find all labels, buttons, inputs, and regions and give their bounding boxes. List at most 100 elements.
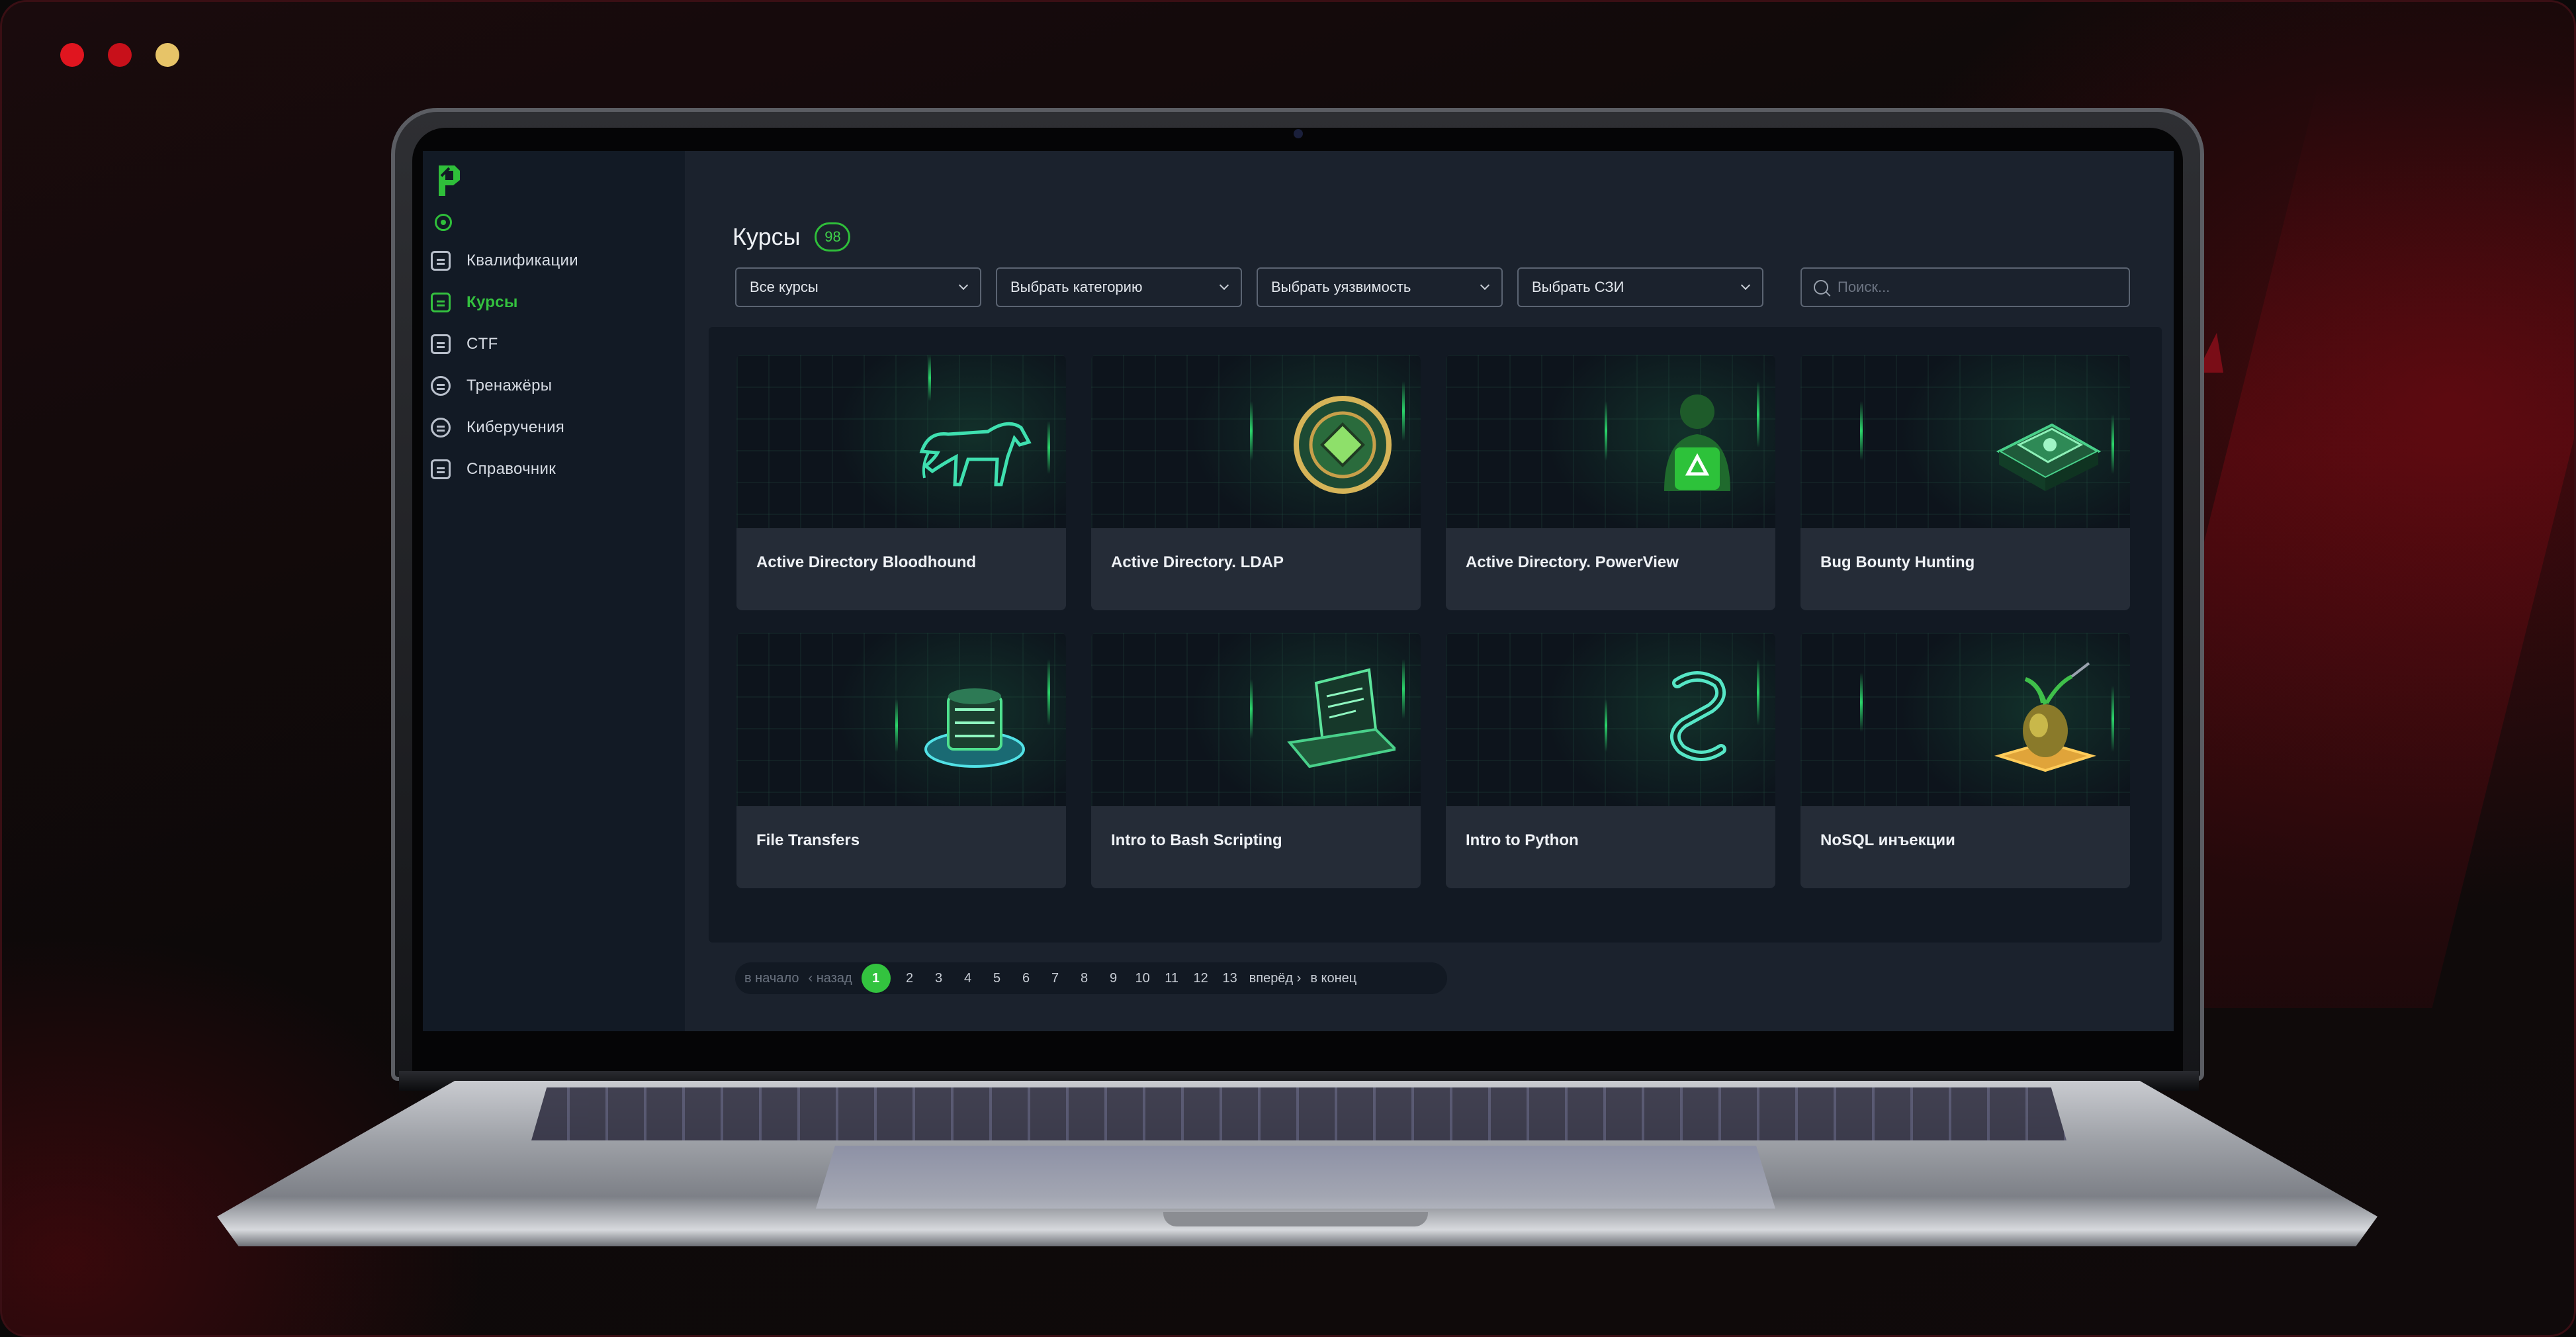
- sidebar-item-courses[interactable]: Курсы: [431, 281, 578, 323]
- badge-icon: [1294, 396, 1392, 494]
- course-card[interactable]: Intro to Bash Scripting: [1091, 633, 1421, 888]
- select-value: Выбрать СЗИ: [1532, 279, 1624, 295]
- chevron-down-icon: [1480, 280, 1490, 291]
- chip-icon: [1996, 423, 2102, 491]
- vulnerability-select[interactable]: Выбрать уязвимость: [1257, 267, 1503, 307]
- main-content: Курсы 98 Все курсы Выбрать категорию Выб…: [685, 151, 2174, 1031]
- course-title: NoSQL инъекции: [1820, 831, 1955, 849]
- course-title: Active Directory. LDAP: [1111, 553, 1284, 571]
- course-card[interactable]: Active Directory. LDAP: [1091, 355, 1421, 610]
- course-title: Active Directory Bloodhound: [756, 553, 977, 571]
- course-title: Active Directory. PowerView: [1466, 553, 1679, 571]
- course-card[interactable]: Bug Bounty Hunting: [1800, 355, 2130, 610]
- pagination-page[interactable]: 12: [1191, 971, 1211, 986]
- sidebar-item-label: Справочник: [466, 459, 556, 478]
- course-grid: Active Directory Bloodhound Active Direc…: [736, 355, 2130, 888]
- course-thumbnail: [1446, 355, 1775, 528]
- shield-icon: [431, 375, 451, 396]
- target-icon: [431, 417, 451, 438]
- course-title: Intro to Python: [1466, 831, 1579, 849]
- maximize-dot[interactable]: [155, 43, 179, 67]
- pagination-last[interactable]: в конец: [1310, 971, 1356, 986]
- course-thumbnail: [1446, 633, 1775, 806]
- minimize-dot[interactable]: [108, 43, 132, 67]
- course-card[interactable]: Intro to Python: [1446, 633, 1775, 888]
- window-controls: [60, 43, 179, 67]
- category-select[interactable]: Выбрать категорию: [996, 267, 1242, 307]
- course-thumbnail: [736, 355, 1066, 528]
- select-value: Выбрать категорию: [1010, 279, 1143, 295]
- course-card[interactable]: Active Directory. PowerView: [1446, 355, 1775, 610]
- sidebar-item-label: Киберучения: [466, 418, 565, 436]
- pagination-page[interactable]: 7: [1045, 971, 1065, 986]
- sidebar-item-trainers[interactable]: Тренажёры: [431, 365, 578, 406]
- course-thumbnail: [736, 633, 1066, 806]
- laptop-icon: [1287, 668, 1396, 768]
- select-value: Выбрать уязвимость: [1271, 279, 1411, 295]
- pagination-page[interactable]: 6: [1016, 971, 1036, 986]
- search-box[interactable]: [1800, 267, 2130, 307]
- chevron-down-icon: [1740, 280, 1751, 291]
- mango-icon: [1994, 662, 2096, 772]
- pagination-next[interactable]: вперёд ›: [1249, 971, 1302, 986]
- pagination-current-page[interactable]: 1: [861, 964, 891, 993]
- course-card[interactable]: File Transfers: [736, 633, 1066, 888]
- pagination-page[interactable]: 9: [1104, 971, 1124, 986]
- course-thumbnail: [1091, 633, 1421, 806]
- pagination-prev[interactable]: ‹ назад: [808, 971, 852, 986]
- courses-icon: [431, 292, 451, 312]
- backdrop: Квалификации Курсы CTF Тренажёры Киберуч…: [0, 0, 2576, 1337]
- pagination-page[interactable]: 8: [1075, 971, 1094, 986]
- course-thumbnail: [1800, 355, 2130, 528]
- course-title: Bug Bounty Hunting: [1820, 553, 1975, 571]
- logo-icon[interactable]: [435, 163, 463, 199]
- pagination-first[interactable]: в начало: [744, 971, 799, 986]
- sidebar-item-label: Курсы: [466, 293, 518, 311]
- sidebar-item-label: Тренажёры: [466, 376, 553, 394]
- close-dot[interactable]: [60, 43, 84, 67]
- flag-icon: [431, 334, 451, 354]
- course-thumbnail: [1800, 633, 2130, 806]
- sidebar-item-qualifications[interactable]: Квалификации: [431, 240, 578, 281]
- status-icon: [435, 214, 452, 231]
- filter-bar: Все курсы Выбрать категорию Выбрать уязв…: [735, 267, 1763, 307]
- camera-icon: [1294, 129, 1303, 138]
- sidebar-item-label: Квалификации: [466, 251, 578, 269]
- sidebar-item-ctf[interactable]: CTF: [431, 323, 578, 365]
- sidebar: Квалификации Курсы CTF Тренажёры Киберуч…: [423, 151, 685, 1031]
- server-icon: [924, 688, 1025, 768]
- laptop-trackpad: [816, 1146, 1775, 1209]
- sidebar-item-reference[interactable]: Справочник: [431, 448, 578, 490]
- sidebar-item-cyber-exercises[interactable]: Киберучения: [431, 406, 578, 448]
- chevron-down-icon: [1219, 280, 1229, 291]
- chart-icon: [431, 250, 451, 271]
- pagination-page[interactable]: 5: [987, 971, 1007, 986]
- page-header: Курсы 98: [733, 222, 851, 252]
- pagination-page[interactable]: 11: [1162, 971, 1182, 986]
- pagination-page[interactable]: 10: [1133, 971, 1153, 986]
- search-input[interactable]: [1838, 279, 2115, 296]
- hacker-icon: [1664, 394, 1730, 491]
- pagination-page[interactable]: 3: [929, 971, 949, 986]
- szi-select[interactable]: Выбрать СЗИ: [1517, 267, 1763, 307]
- pagination: в начало ‹ назад 1 2 3 4 5 6 7 8 9 10 11…: [735, 962, 1447, 994]
- chevron-down-icon: [958, 280, 969, 291]
- pagination-page[interactable]: 2: [900, 971, 920, 986]
- select-value: Все курсы: [750, 279, 819, 295]
- course-thumbnail: [1091, 355, 1421, 528]
- sidebar-item-label: CTF: [466, 334, 498, 353]
- pagination-page[interactable]: 4: [958, 971, 978, 986]
- page-title: Курсы: [733, 223, 801, 250]
- course-card[interactable]: NoSQL инъекции: [1800, 633, 2130, 888]
- course-grid-panel: Active Directory Bloodhound Active Direc…: [709, 327, 2162, 943]
- course-title: File Transfers: [756, 831, 860, 849]
- pagination-page[interactable]: 13: [1220, 971, 1240, 986]
- laptop-keyboard: [531, 1087, 2066, 1140]
- all-courses-select[interactable]: Все курсы: [735, 267, 981, 307]
- course-title: Intro to Bash Scripting: [1111, 831, 1282, 849]
- book-icon: [431, 459, 451, 479]
- hound-icon: [919, 422, 1032, 486]
- app-screen: Квалификации Курсы CTF Тренажёры Киберуч…: [423, 151, 2174, 1031]
- sidebar-nav: Квалификации Курсы CTF Тренажёры Киберуч…: [431, 240, 578, 490]
- course-card[interactable]: Active Directory Bloodhound: [736, 355, 1066, 610]
